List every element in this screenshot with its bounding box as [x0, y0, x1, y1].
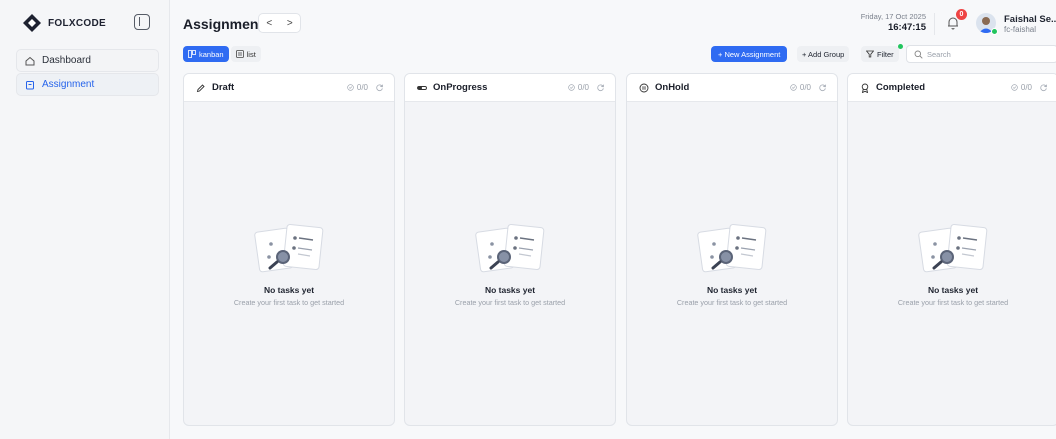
- sidebar-item-assignment[interactable]: Assignment: [16, 73, 159, 96]
- filter-active-dot: [898, 44, 903, 49]
- view-label: list: [246, 49, 256, 59]
- page-title: Assignment: [183, 16, 264, 32]
- award-icon: [861, 83, 869, 93]
- view-list-button[interactable]: list: [230, 46, 261, 62]
- view-kanban-button[interactable]: kanban: [183, 46, 229, 62]
- brand-logo[interactable]: FOLXCODE: [22, 13, 106, 33]
- empty-subtitle: Create your first task to get started: [233, 298, 345, 307]
- view-label: kanban: [199, 49, 224, 59]
- date-label: Friday, 17 Oct 2025: [860, 12, 926, 21]
- date-nav: < >: [258, 13, 301, 33]
- column-header: OnHold 0/0: [627, 74, 837, 102]
- column-header: Draft 0/0: [184, 74, 394, 102]
- column-header: OnProgress 0/0: [405, 74, 615, 102]
- column-title: Draft: [212, 82, 235, 93]
- filter-icon: [866, 50, 874, 58]
- time-label: 16:47:15: [887, 22, 926, 33]
- prev-button[interactable]: <: [266, 18, 272, 29]
- divider: [934, 13, 935, 35]
- refresh-icon[interactable]: [1039, 83, 1048, 92]
- check-circle-icon: [790, 84, 797, 91]
- sidebar-item-dashboard[interactable]: Dashboard: [16, 49, 159, 72]
- column-count-value: 0/0: [799, 83, 811, 92]
- empty-subtitle: Create your first task to get started: [897, 298, 1009, 307]
- list-icon: [235, 50, 244, 58]
- check-circle-icon: [568, 84, 575, 91]
- add-group-button[interactable]: + Add Group: [797, 46, 850, 62]
- empty-title: No tasks yet: [484, 285, 536, 295]
- column-count: 0/0: [1011, 83, 1032, 92]
- empty-state: No tasks yet Create your first task to g…: [184, 224, 394, 307]
- column-draft: Draft 0/0 No tasks yet Create your first: [183, 73, 395, 426]
- progress-icon: [417, 85, 427, 90]
- empty-title: No tasks yet: [927, 285, 979, 295]
- datetime: Friday, 17 Oct 2025 16:47:15: [861, 12, 926, 33]
- next-button[interactable]: >: [287, 18, 293, 29]
- check-circle-icon: [347, 84, 354, 91]
- check-circle-icon: [1011, 84, 1018, 91]
- user-handle: fc-faishal: [1004, 25, 1037, 34]
- column-title: Completed: [876, 82, 926, 93]
- column-onprogress: OnProgress 0/0 No tasks yet Create your: [404, 73, 616, 426]
- column-title: OnHold: [655, 82, 690, 93]
- search-icon: [914, 50, 923, 59]
- refresh-icon[interactable]: [818, 83, 827, 92]
- notification-badge: 0: [956, 9, 967, 20]
- column-count: 0/0: [568, 83, 589, 92]
- logo-icon: [23, 14, 41, 32]
- empty-title: No tasks yet: [706, 285, 758, 295]
- sidebar: FOLXCODE Dashboard Assignment: [0, 0, 170, 439]
- filter-label: Filter: [877, 49, 894, 59]
- home-icon: [25, 56, 35, 65]
- column-onhold: OnHold 0/0 No tasks yet Create your firs: [626, 73, 838, 426]
- view-toggle: kanban list: [183, 46, 261, 62]
- column-count-value: 0/0: [577, 83, 589, 92]
- empty-illustration-icon: [475, 224, 545, 273]
- column-title: OnProgress: [433, 82, 488, 93]
- sidebar-collapse-icon[interactable]: [134, 14, 150, 30]
- empty-illustration-icon: [697, 224, 767, 273]
- empty-state: No tasks yet Create your first task to g…: [405, 224, 615, 307]
- refresh-icon[interactable]: [375, 83, 384, 92]
- pause-circle-icon: [639, 83, 649, 92]
- kanban-icon: [188, 50, 196, 58]
- refresh-icon[interactable]: [596, 83, 605, 92]
- sidebar-item-label: Dashboard: [42, 55, 91, 66]
- column-count-value: 0/0: [356, 83, 368, 92]
- column-count-value: 0/0: [1020, 83, 1032, 92]
- user-name[interactable]: Faishal Se...: [1004, 14, 1056, 25]
- empty-subtitle: Create your first task to get started: [676, 298, 788, 307]
- column-count: 0/0: [790, 83, 811, 92]
- empty-state: No tasks yet Create your first task to g…: [627, 224, 837, 307]
- empty-subtitle: Create your first task to get started: [454, 298, 566, 307]
- filter-button[interactable]: Filter: [861, 46, 899, 62]
- clipboard-icon: [26, 80, 34, 89]
- column-header: Completed 0/0: [848, 74, 1056, 102]
- brand-name: FOLXCODE: [48, 17, 106, 29]
- empty-title: No tasks yet: [263, 285, 315, 295]
- column-count: 0/0: [347, 83, 368, 92]
- empty-illustration-icon: [918, 224, 988, 273]
- empty-illustration-icon: [254, 224, 324, 273]
- column-completed: Completed 0/0 No tasks yet Create your f: [847, 73, 1056, 426]
- search-box[interactable]: [906, 45, 1056, 63]
- search-input[interactable]: [927, 49, 1047, 59]
- pencil-icon: [196, 83, 205, 92]
- empty-state: No tasks yet Create your first task to g…: [848, 224, 1056, 307]
- new-assignment-button[interactable]: + New Assignment: [711, 46, 788, 62]
- sidebar-item-label: Assignment: [42, 79, 95, 90]
- online-status-dot: [991, 28, 998, 35]
